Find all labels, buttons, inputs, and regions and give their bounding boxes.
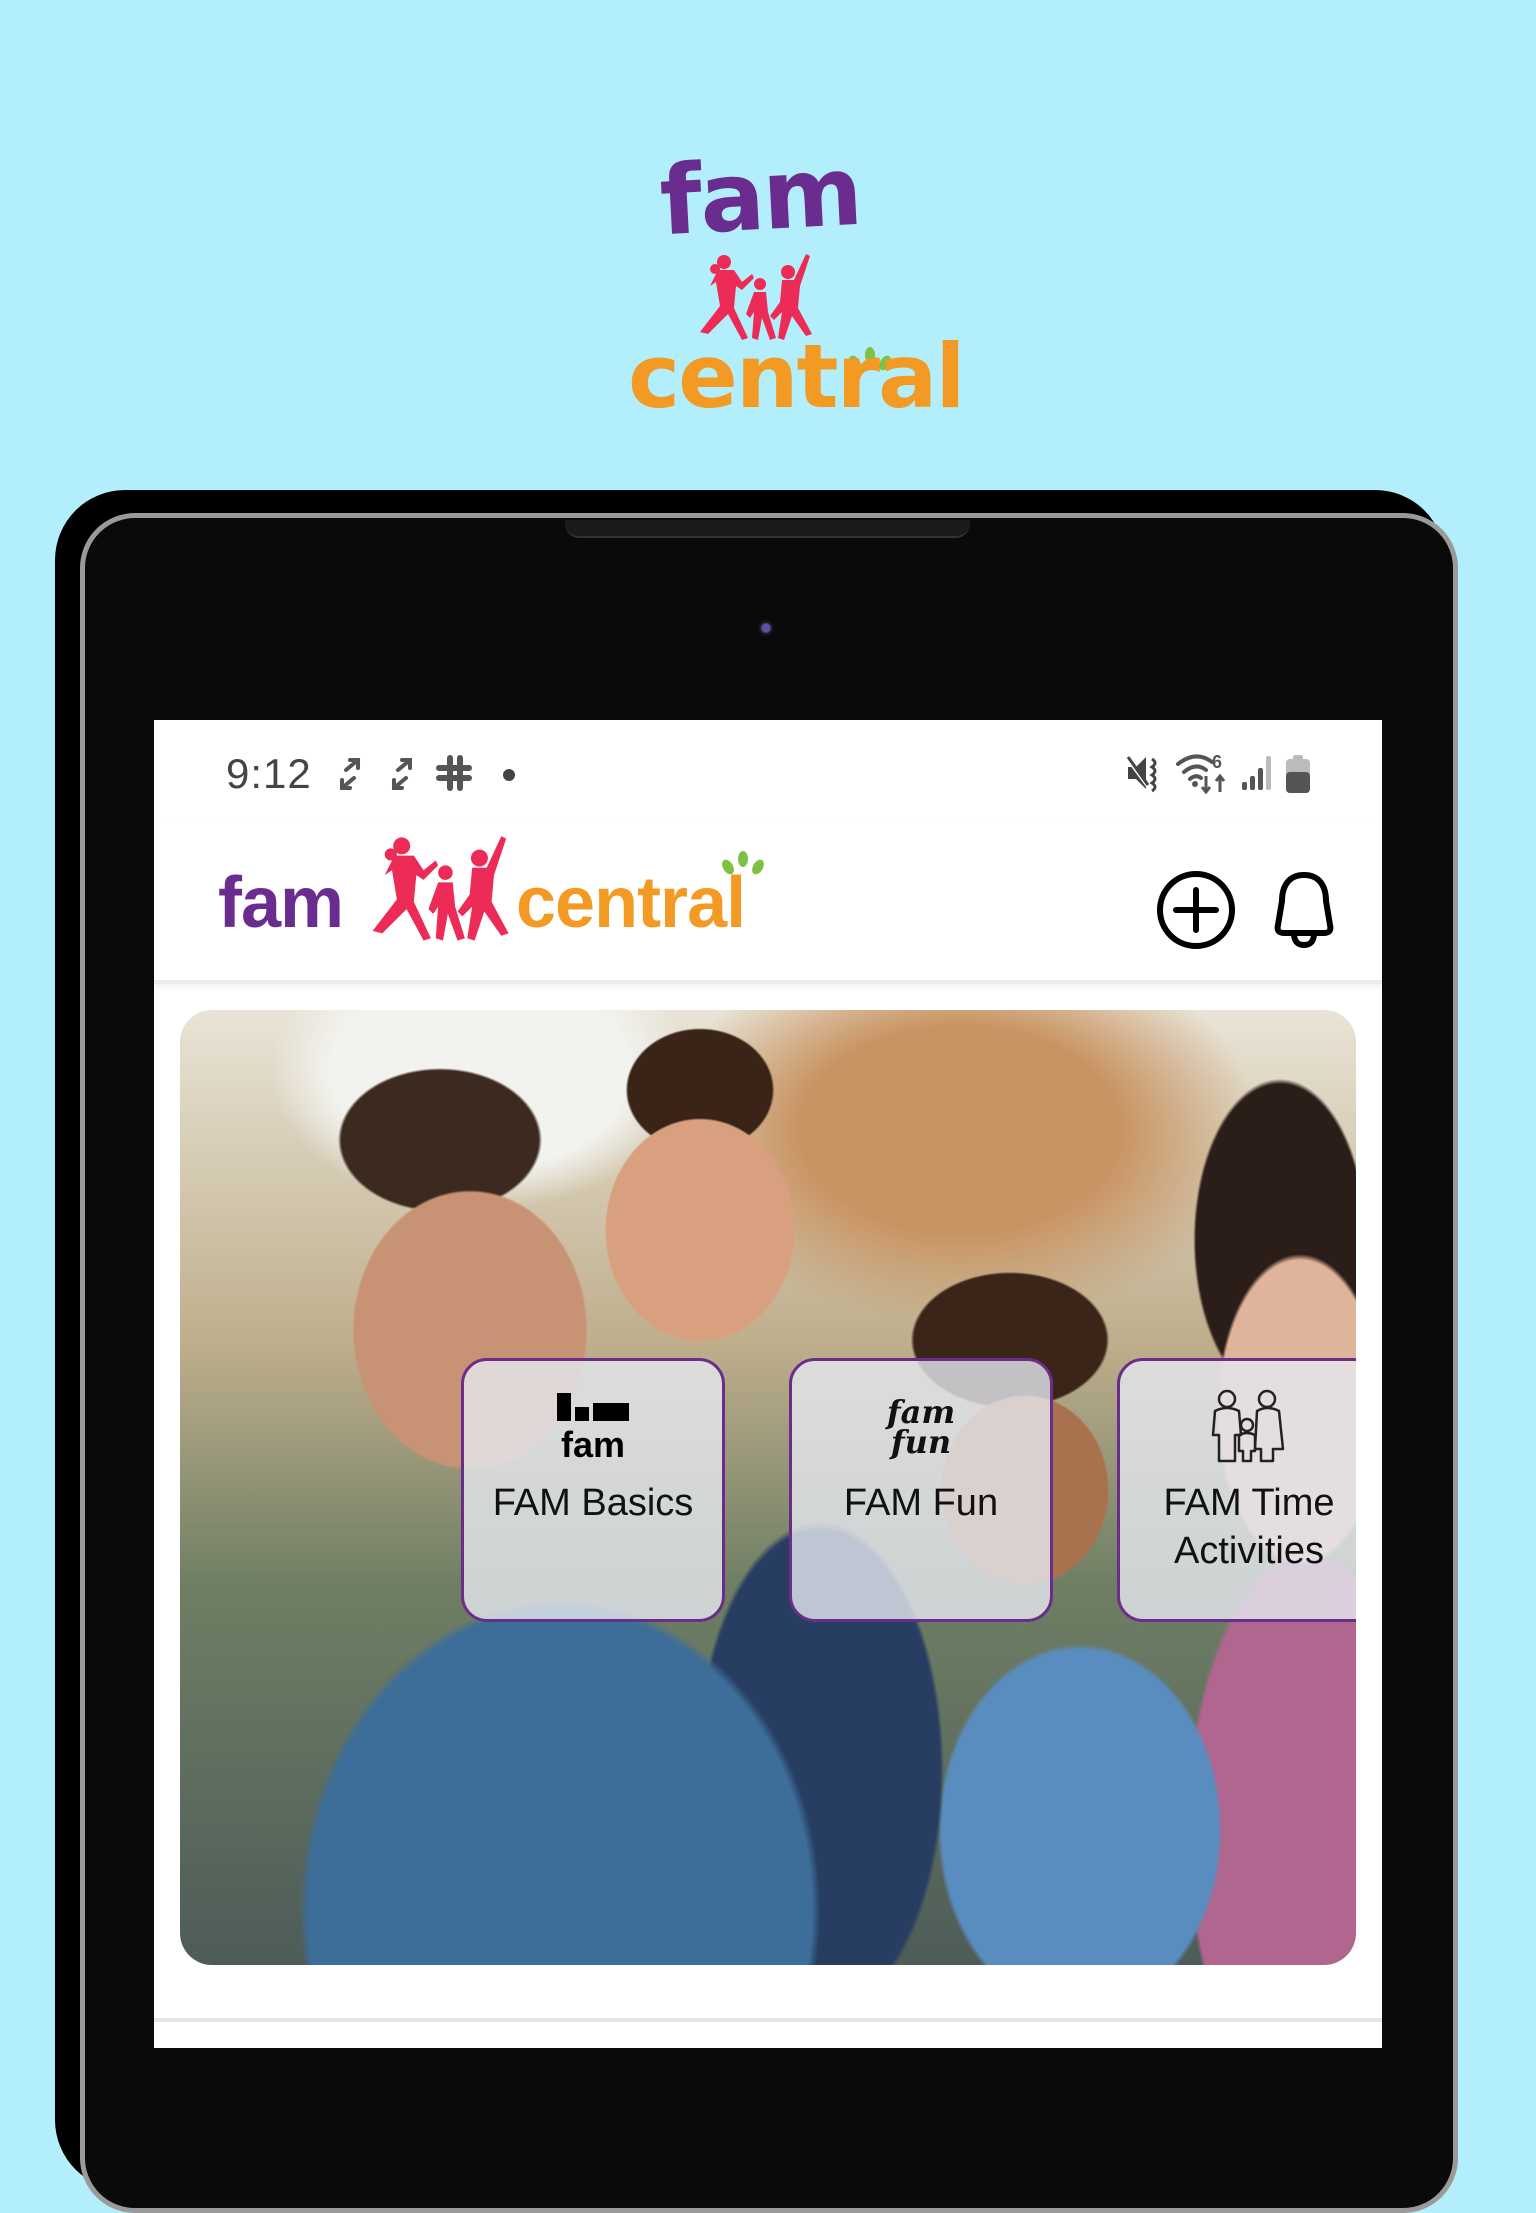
bell-icon	[1274, 872, 1334, 949]
fam-basics-icon: fam	[557, 1389, 629, 1465]
app-header: fam central	[154, 820, 1382, 984]
wifi-6-icon: 6	[1176, 752, 1226, 794]
app-screen: 9:12 6 fam central fam FAM Basics fam fu…	[154, 720, 1382, 2048]
cellular-signal-icon	[1242, 756, 1271, 790]
front-camera	[757, 619, 775, 637]
sync-icon	[340, 758, 360, 790]
fam-basics-bars-icon	[557, 1392, 629, 1421]
slack-icon	[436, 755, 472, 791]
jumping-family-icon	[372, 836, 509, 941]
add-button[interactable]	[1154, 868, 1238, 952]
sprout-icon	[722, 851, 764, 875]
tablet-notch	[565, 520, 970, 538]
fam-central-logo[interactable]: fam central	[218, 832, 764, 962]
status-bar: 9:12 6	[154, 720, 1382, 820]
tile-label-line2: Activities	[1174, 1530, 1324, 1572]
sync-icon	[392, 758, 412, 790]
tile-fam-time-activities[interactable]: FAM Time Activities	[1117, 1358, 1356, 1622]
tile-label: FAM Time Activities	[1163, 1479, 1334, 1575]
tile-fam-basics[interactable]: fam FAM Basics	[461, 1358, 725, 1622]
notifications-button[interactable]	[1262, 868, 1346, 952]
logo-fam-text: fam	[218, 863, 344, 943]
family-icon	[1209, 1389, 1289, 1465]
wifi-label: 6	[1212, 752, 1222, 772]
logo-central-text: central	[516, 863, 746, 943]
tile-label: FAM Fun	[843, 1482, 999, 1524]
section-divider	[154, 2018, 1382, 2022]
status-time: 9:12	[226, 750, 312, 797]
promo-logo-fam-text: fam	[657, 134, 864, 258]
fam-basics-icon-text: fam	[560, 1423, 626, 1465]
promo-logo-central-text: central	[628, 325, 966, 428]
tile-label-line1: FAM Time	[1163, 1482, 1335, 1524]
fam-fun-icon-text-2: fun	[890, 1423, 952, 1461]
notification-dot-icon	[503, 769, 515, 781]
plus-circle-icon	[1157, 871, 1235, 949]
family-outline-icon	[1211, 1389, 1285, 1463]
promo-logo: fam central	[600, 135, 966, 440]
tile-fam-fun[interactable]: fam fun FAM Fun	[789, 1358, 1053, 1622]
tile-label: FAM Basics	[492, 1482, 694, 1524]
hero-family-image: fam FAM Basics fam fun FAM Fun FAM Time …	[180, 1010, 1356, 1965]
vibrate-mute-icon	[1124, 756, 1157, 793]
fam-fun-icon: fam fun	[887, 1389, 955, 1465]
battery-icon	[1286, 755, 1310, 793]
